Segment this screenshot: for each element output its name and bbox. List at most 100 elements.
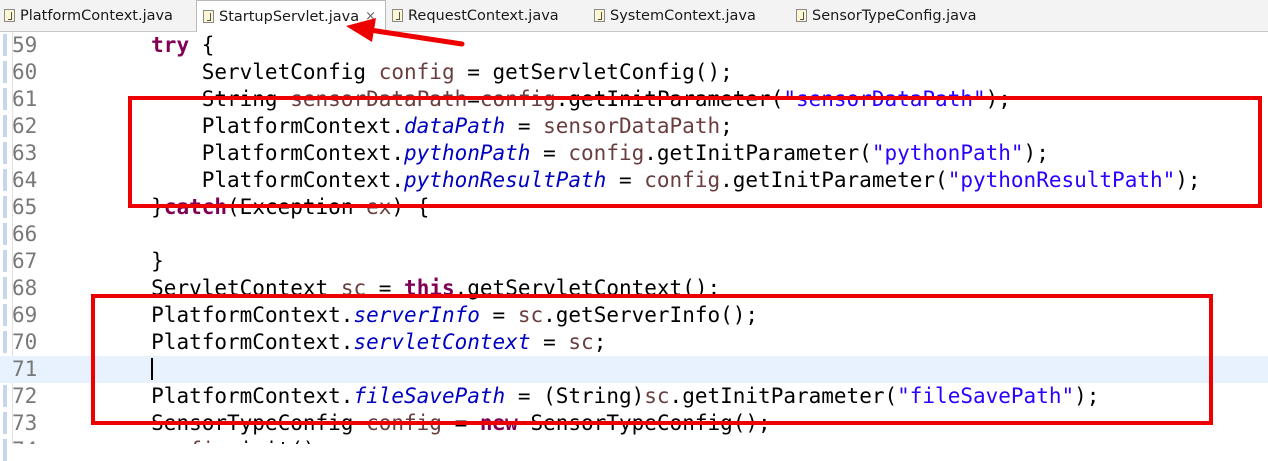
code-token: (Exception <box>227 195 367 219</box>
code-line[interactable]: 63 PlatformContext.pythonPath = config.g… <box>0 140 1268 167</box>
code-line[interactable]: 68 ServletContext sc = this.getServletCo… <box>0 275 1268 302</box>
code-token: sc <box>340 276 367 300</box>
code-token: = <box>505 114 544 138</box>
code-token: pythonResultPath <box>404 168 607 192</box>
code-text[interactable]: PlatformContext.dataPath = sensorDataPat… <box>50 113 733 140</box>
code-token: ex <box>366 195 392 219</box>
code-token: "fileSavePath" <box>897 384 1075 408</box>
code-text[interactable]: ServletContext sc = this.getServletConte… <box>50 275 720 302</box>
code-token: serverInfo <box>353 303 480 327</box>
code-token: ; <box>720 114 733 138</box>
code-token: SensorTypeConfig <box>151 411 367 435</box>
code-text[interactable]: PlatformContext.servletContext = sc; <box>50 329 606 356</box>
code-editor[interactable]: 59 try {60 ServletConfig config = getSer… <box>0 32 1268 444</box>
code-token: } <box>151 195 164 219</box>
code-text[interactable]: ServletConfig config = getServletConfig(… <box>50 59 733 86</box>
code-token: PlatformContext. <box>151 384 354 408</box>
code-line[interactable]: 73 SensorTypeConfig config = new SensorT… <box>0 410 1268 437</box>
code-text[interactable]: PlatformContext.pythonResultPath = confi… <box>50 167 1201 194</box>
code-token: PlatformContext. <box>151 303 354 327</box>
code-token: config <box>151 438 227 444</box>
code-token: = <box>606 168 645 192</box>
code-token: "pythonResultPath" <box>947 168 1176 192</box>
code-token: = <box>467 87 480 111</box>
code-text[interactable]: } <box>50 248 164 275</box>
java-file-icon <box>4 9 15 22</box>
code-line[interactable]: 69 PlatformContext.serverInfo = sc.getSe… <box>0 302 1268 329</box>
tab-label: StartupServlet.java <box>219 8 360 25</box>
code-token: = <box>366 276 405 300</box>
code-text[interactable] <box>50 356 154 383</box>
code-token: this <box>404 276 455 300</box>
java-file-icon <box>203 10 214 23</box>
code-token: PlatformContext. <box>151 330 354 354</box>
close-tab-icon[interactable]: × <box>365 9 376 24</box>
code-line[interactable]: 70 PlatformContext.servletContext = sc; <box>0 329 1268 356</box>
code-line[interactable]: 72 PlatformContext.fileSavePath = (Strin… <box>0 383 1268 410</box>
code-token: try <box>151 33 190 57</box>
code-line[interactable]: 65 }catch(Exception ex) { <box>0 194 1268 221</box>
line-number: 62 <box>12 114 38 138</box>
code-token: { <box>189 33 215 57</box>
code-token: ); <box>1175 168 1201 192</box>
line-number: 73 <box>12 411 38 435</box>
code-text[interactable]: PlatformContext.pythonPath = config.getI… <box>50 140 1049 167</box>
code-token: servletContext <box>353 330 531 354</box>
code-token: ; <box>593 330 607 354</box>
code-line[interactable]: 66 <box>0 221 1268 248</box>
code-text[interactable]: }catch(Exception ex) { <box>50 194 429 221</box>
code-token: "sensorDataPath" <box>783 87 986 111</box>
code-token: } <box>151 249 164 273</box>
line-number: 70 <box>12 330 38 354</box>
code-text[interactable]: String sensorDataPath=config.getInitPara… <box>50 86 1011 113</box>
code-text[interactable]: try { <box>50 32 214 59</box>
code-token: ) { <box>391 195 430 219</box>
code-text[interactable]: PlatformContext.serverInfo = sc.getServe… <box>50 302 758 329</box>
line-number: 68 <box>12 276 38 300</box>
line-number: 74 <box>12 437 42 444</box>
tab-systemcontext[interactable]: SystemContext.java <box>588 0 790 31</box>
java-file-icon <box>796 9 807 22</box>
code-token: ServletContext <box>151 276 341 300</box>
tab-requestcontext[interactable]: RequestContext.java <box>386 0 588 31</box>
code-token: String <box>201 87 291 111</box>
code-token: ); <box>1023 141 1049 165</box>
code-line[interactable]: 62 PlatformContext.dataPath = sensorData… <box>0 113 1268 140</box>
code-token: config <box>366 411 442 435</box>
line-number: 59 <box>12 33 38 57</box>
code-token: sc <box>568 330 594 354</box>
line-number: 61 <box>12 87 38 111</box>
code-token: .getInitParameter( <box>720 168 948 192</box>
tab-sensortypeconfig[interactable]: SensorTypeConfig.java <box>790 0 1010 31</box>
code-token: sensorDataPath <box>290 87 468 111</box>
code-token: sensorDataPath <box>543 114 721 138</box>
code-token: .getServletContext(); <box>454 276 721 300</box>
code-text[interactable]: PlatformContext.fileSavePath = (String)s… <box>50 383 1099 410</box>
code-token: sc <box>517 303 544 327</box>
line-number: 66 <box>12 222 38 246</box>
code-line[interactable]: 64 PlatformContext.pythonResultPath = co… <box>0 167 1268 194</box>
code-line[interactable]: 71 <box>0 356 1268 383</box>
code-token: PlatformContext. <box>201 141 405 165</box>
code-token: ServletConfig <box>201 60 379 84</box>
code-line[interactable]: 61 String sensorDataPath=config.getInitP… <box>0 86 1268 113</box>
code-token: .getServerInfo(); <box>543 303 759 327</box>
code-token: .getInitParameter( <box>644 141 872 165</box>
code-line[interactable]: 74 config.init(); <box>0 437 1268 444</box>
code-line[interactable]: 67 } <box>0 248 1268 275</box>
code-token: SensorTypeConfig(); <box>517 411 771 435</box>
text-cursor <box>151 358 154 380</box>
tab-platformcontext[interactable]: PlatformContext.java <box>0 0 196 31</box>
code-token: config <box>568 141 645 165</box>
line-number: 72 <box>12 384 38 408</box>
code-line[interactable]: 60 ServletConfig config = getServletConf… <box>0 59 1268 86</box>
tab-startupservlet[interactable]: StartupServlet.java × <box>196 0 386 32</box>
java-file-icon <box>392 9 403 22</box>
tab-label: SensorTypeConfig.java <box>812 7 977 24</box>
code-text[interactable]: config.init(); <box>50 437 328 444</box>
code-text[interactable]: SensorTypeConfig config = new SensorType… <box>50 410 771 437</box>
code-token: config <box>644 168 721 192</box>
code-token: ); <box>1074 384 1100 408</box>
code-line[interactable]: 59 try { <box>0 32 1268 59</box>
code-token: .init(); <box>227 438 328 444</box>
